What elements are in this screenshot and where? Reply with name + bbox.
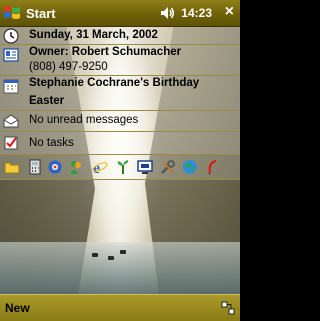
envelope-icon — [3, 113, 19, 129]
new-button[interactable]: New — [5, 301, 30, 315]
calendar-icon — [3, 78, 19, 94]
tasks-status: No tasks — [29, 137, 74, 149]
calendar-event-1[interactable]: Stephanie Cochrane's Birthday — [29, 77, 199, 89]
owner-card-icon — [3, 47, 19, 63]
owner-row[interactable]: Owner: Robert Schumacher (808) 497-9250 — [0, 45, 240, 76]
tools-icon[interactable] — [160, 159, 176, 175]
network-icon[interactable] — [47, 159, 63, 175]
owner-phone: (808) 497-9250 — [29, 61, 108, 73]
calendar-row[interactable]: Stephanie Cochrane's Birthday Easter — [0, 76, 240, 111]
boat — [92, 253, 98, 257]
pen-icon[interactable] — [204, 159, 220, 175]
monitor-icon[interactable] — [137, 159, 153, 175]
clock[interactable]: 14:23 — [181, 6, 212, 20]
connection-icon[interactable] — [221, 301, 235, 315]
msn-messenger-icon[interactable] — [68, 159, 84, 175]
internet-explorer-icon[interactable]: e — [92, 159, 108, 177]
plant-icon[interactable] — [115, 159, 131, 175]
messages-status: No unread messages — [29, 114, 139, 126]
quick-launch-bar: e — [0, 155, 240, 180]
calendar-event-2[interactable]: Easter — [29, 95, 64, 107]
close-icon[interactable]: × — [225, 3, 234, 21]
boat — [120, 250, 126, 254]
contacts-folder-icon[interactable] — [4, 159, 20, 175]
clock-icon — [3, 28, 19, 44]
owner-name: Owner: Robert Schumacher — [29, 46, 182, 58]
windows-flag-icon[interactable] — [3, 4, 21, 22]
date-row[interactable]: Sunday, 31 March, 2002 — [0, 27, 240, 45]
tasks-row[interactable]: No tasks — [0, 132, 240, 155]
start-menu-label[interactable]: Start — [26, 6, 56, 21]
menu-bar: New — [0, 294, 240, 321]
inbox-row[interactable]: No unread messages — [0, 111, 240, 132]
task-checkbox-icon — [3, 135, 19, 151]
date-text: Sunday, 31 March, 2002 — [29, 29, 158, 41]
calculator-icon[interactable] — [27, 159, 43, 175]
wallpaper: Sunday, 31 March, 2002 Owner: Robert Sch… — [0, 27, 240, 294]
globe-icon[interactable] — [182, 159, 198, 175]
boat — [108, 256, 114, 260]
speaker-icon[interactable] — [159, 5, 175, 21]
title-bar: Start 14:23 × — [0, 0, 240, 27]
